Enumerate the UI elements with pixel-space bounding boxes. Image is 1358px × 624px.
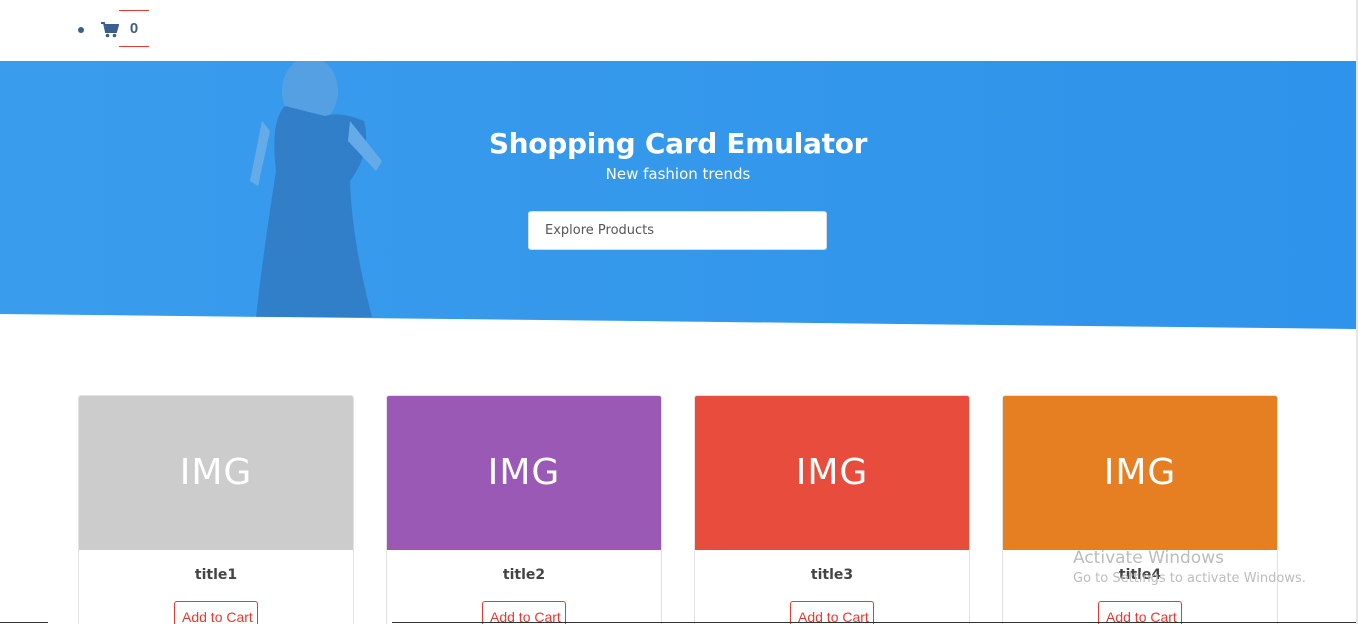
product-image-label: IMG bbox=[487, 452, 561, 493]
product-card: IMG title1 Add to Cart bbox=[78, 395, 354, 624]
product-image-label: IMG bbox=[179, 452, 253, 493]
search-input[interactable] bbox=[528, 211, 827, 250]
product-card: IMG title2 Add to Cart bbox=[386, 395, 662, 624]
hero-title: Shopping Card Emulator bbox=[488, 127, 868, 160]
hero-background bbox=[0, 61, 1356, 329]
product-title: title2 bbox=[502, 567, 546, 583]
cart-count: 0 bbox=[129, 20, 139, 37]
top-nav: 0 bbox=[0, 0, 1356, 61]
add-to-cart-button[interactable]: Add to Cart bbox=[1098, 601, 1182, 624]
product-image-label: IMG bbox=[1103, 452, 1177, 493]
add-to-cart-button[interactable]: Add to Cart bbox=[790, 601, 874, 624]
product-card: IMG title4 Add to Cart bbox=[1002, 395, 1278, 624]
bottom-divider bbox=[0, 622, 48, 623]
product-card: IMG title3 Add to Cart bbox=[694, 395, 970, 624]
nav-bullet bbox=[78, 27, 84, 33]
add-to-cart-button[interactable]: Add to Cart bbox=[174, 601, 258, 624]
shopping-cart-icon[interactable] bbox=[101, 22, 120, 38]
product-image: IMG bbox=[79, 396, 353, 550]
product-image-label: IMG bbox=[795, 452, 869, 493]
product-image: IMG bbox=[387, 396, 661, 550]
windows-activation-watermark: Activate Windows Go to Settings to activ… bbox=[1073, 547, 1306, 589]
bottom-divider bbox=[392, 622, 1356, 623]
product-image: IMG bbox=[695, 396, 969, 550]
product-image: IMG bbox=[1003, 396, 1277, 550]
page: 0 Shopping Card Emulator New fashion tre… bbox=[0, 0, 1358, 624]
cart-count-link[interactable]: 0 bbox=[119, 10, 149, 47]
product-title: title3 bbox=[810, 567, 854, 583]
hero-subtitle: New fashion trends bbox=[605, 165, 751, 183]
watermark-title: Activate Windows bbox=[1073, 548, 1224, 568]
product-title: title1 bbox=[194, 567, 238, 583]
hero-banner: Shopping Card Emulator New fashion trend… bbox=[0, 61, 1356, 331]
add-to-cart-button[interactable]: Add to Cart bbox=[482, 601, 566, 624]
watermark-subtitle: Go to Settings to activate Windows. bbox=[1073, 571, 1306, 586]
